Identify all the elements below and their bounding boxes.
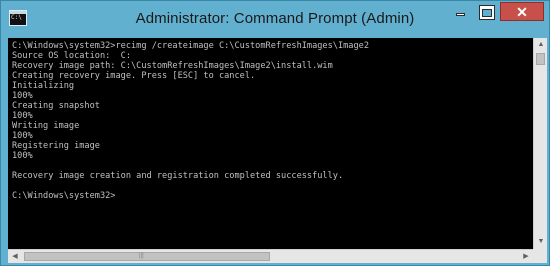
scroll-grip-icon: ||| xyxy=(139,253,144,259)
console-line: Creating snapshot xyxy=(12,101,100,111)
scrollbar-corner xyxy=(533,249,547,263)
console-line: 100% xyxy=(12,111,33,121)
horizontal-scroll-thumb[interactable] xyxy=(24,252,270,261)
console-line: Recovery image path: C:\CustomRefreshIma… xyxy=(12,61,333,71)
maximize-button[interactable] xyxy=(473,2,498,20)
console-line: 100% xyxy=(12,151,33,161)
console-line: Registering image xyxy=(12,141,100,151)
command-prompt-window: Administrator: Command Prompt (Admin) ✕ … xyxy=(0,0,550,266)
close-button[interactable]: ✕ xyxy=(500,2,544,21)
scroll-right-arrow-icon[interactable]: ▶ xyxy=(519,250,533,264)
title-bar[interactable]: Administrator: Command Prompt (Admin) ✕ xyxy=(1,1,549,37)
console-line: Recovery image creation and registration… xyxy=(12,171,344,181)
vertical-scrollbar[interactable]: ▲ ▼ xyxy=(533,38,547,249)
console-line: Initializing xyxy=(12,81,75,91)
vertical-scroll-thumb[interactable] xyxy=(536,53,545,65)
console-line: Source OS location: C: xyxy=(12,51,131,61)
scroll-up-arrow-icon[interactable]: ▲ xyxy=(534,38,548,52)
console-prompt[interactable]: C:\Windows\system32> xyxy=(12,191,533,201)
console-line: 100% xyxy=(12,131,33,141)
console-output[interactable]: C:\Windows\system32>recimg /createimage … xyxy=(8,38,533,249)
scroll-left-arrow-icon[interactable]: ◀ xyxy=(8,250,22,264)
scroll-down-arrow-icon[interactable]: ▼ xyxy=(534,235,548,249)
horizontal-scrollbar[interactable]: ◀ ||| ▶ xyxy=(8,249,533,263)
console-line: Writing image xyxy=(12,121,80,131)
console-line: Creating recovery image. Press [ESC] to … xyxy=(12,71,256,81)
console-line: C:\Windows\system32>recimg /createimage … xyxy=(12,41,369,51)
console-line: 100% xyxy=(12,91,33,101)
close-icon: ✕ xyxy=(516,4,528,20)
minimize-button[interactable] xyxy=(448,2,473,20)
window-controls: ✕ xyxy=(448,2,544,22)
